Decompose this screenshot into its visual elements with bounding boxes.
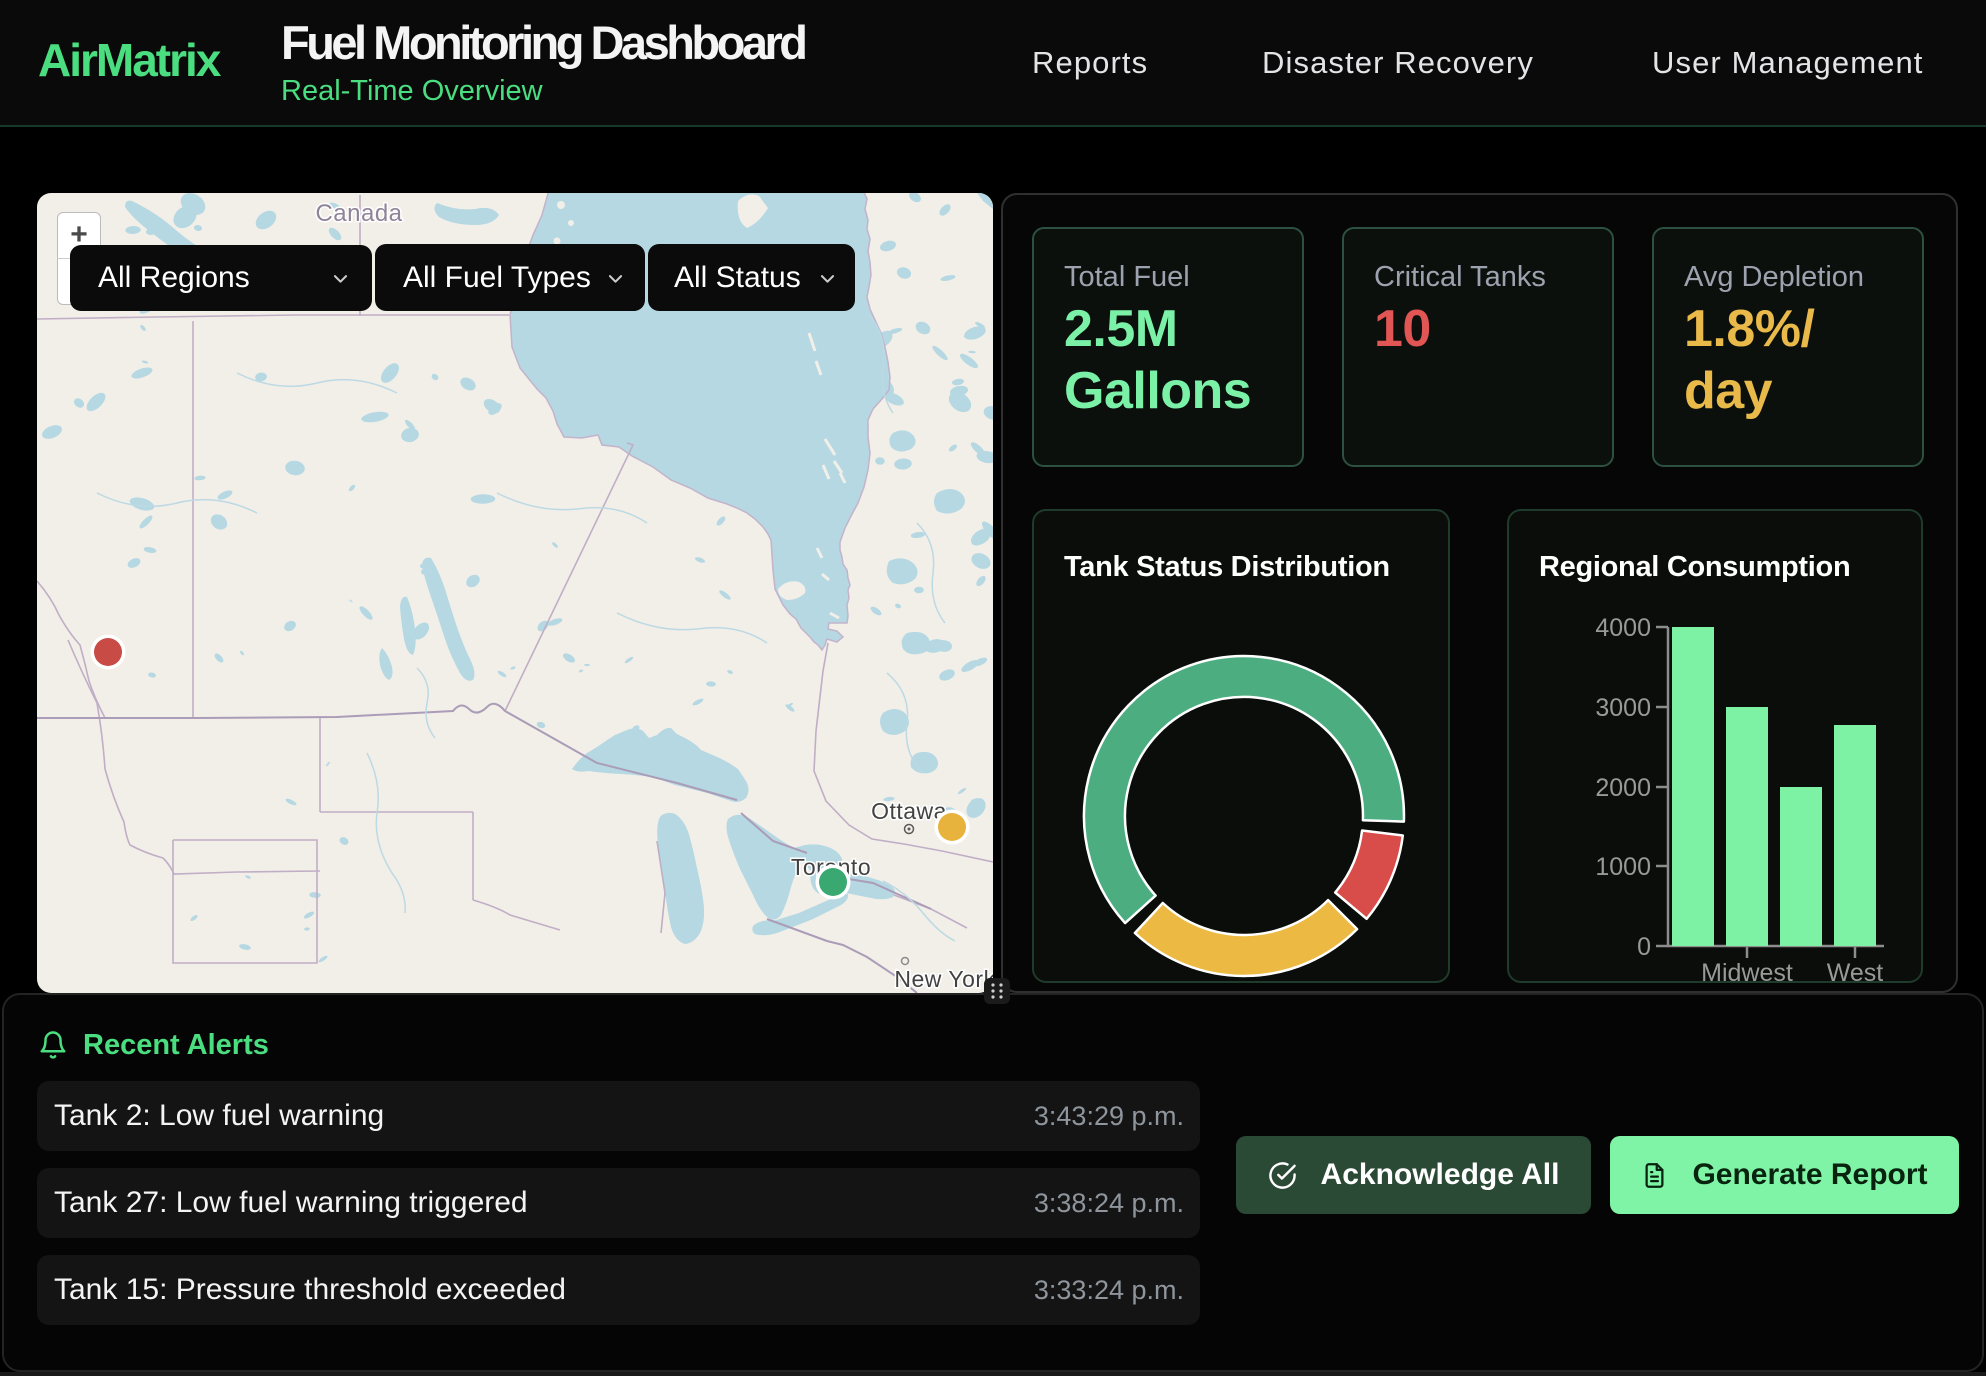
svg-text:Ottawa: Ottawa: [871, 798, 947, 824]
svg-text:New York: New York: [894, 966, 993, 992]
svg-text:Canada: Canada: [315, 200, 402, 227]
svg-text:1000: 1000: [1595, 853, 1651, 881]
svg-text:3000: 3000: [1595, 694, 1651, 722]
svg-text:Midwest: Midwest: [1701, 959, 1793, 985]
svg-text:0: 0: [1637, 933, 1651, 961]
svg-text:West: West: [1827, 959, 1884, 985]
svg-text:4000: 4000: [1595, 614, 1651, 642]
svg-text:2000: 2000: [1595, 774, 1651, 802]
